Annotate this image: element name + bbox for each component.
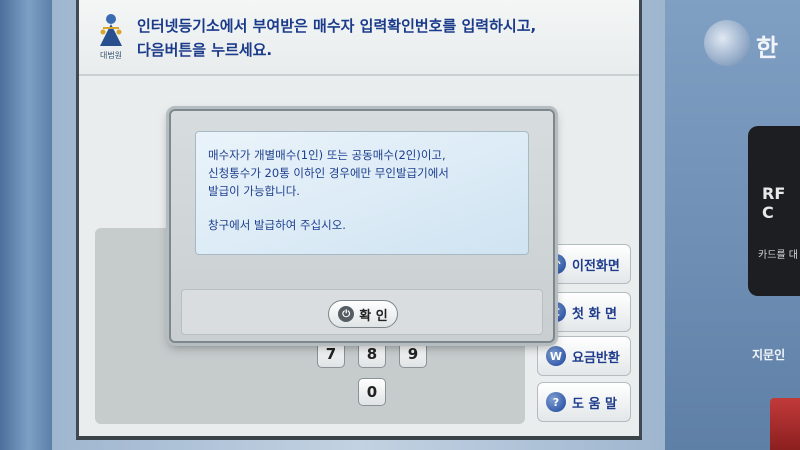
logo-caption: 대법원 — [99, 51, 123, 60]
home-screen-label: 첫 화 면 — [572, 306, 617, 322]
alert-message-footer: 창구에서 발급하여 주십시오. — [208, 218, 346, 232]
fee-refund-label: 요금반환 — [572, 350, 620, 366]
card-label: 카드를 대 — [758, 250, 798, 261]
instruction-line-1: 인터넷등기소에서 부여받은 매수자 입력확인번호를 입력하시고, — [137, 17, 537, 35]
dialog-button-area: ⏻ 확 인 — [181, 289, 543, 335]
red-slot — [770, 398, 800, 450]
brand-char: 한 — [756, 34, 779, 62]
court-emblem-icon — [100, 14, 122, 46]
confirm-button-label: 확 인 — [359, 308, 388, 324]
keypad-key-9[interactable]: 9 — [399, 340, 427, 368]
instruction-line-2: 다음버튼을 누르세요. — [137, 41, 273, 59]
help-label: 도 움 말 — [572, 396, 617, 412]
keypad-key-8[interactable]: 8 — [358, 340, 386, 368]
coin-w-icon: W — [546, 346, 566, 366]
fingerprint-label: 지문인 — [752, 348, 786, 362]
rf-label: RF C — [762, 184, 786, 222]
brand-logo-icon — [704, 20, 750, 66]
instruction-text: 인터넷등기소에서 부여받은 매수자 입력확인번호를 입력하시고, 다음버튼을 누… — [137, 14, 637, 62]
power-icon: ⏻ — [338, 306, 355, 322]
alert-message-line-3: 발급이 가능합니다. — [208, 184, 300, 198]
question-icon: ? — [546, 392, 566, 412]
confirm-button[interactable]: ⏻ 확 인 — [328, 300, 398, 328]
alert-dialog: 매수자가 개별매수(1인) 또는 공동매수(2인)이고, 신청통수가 20통 이… — [169, 109, 555, 343]
alert-message-line-2: 신청통수가 20통 이하인 경우에만 무인발급기에서 — [208, 166, 449, 180]
alert-message-box: 매수자가 개별매수(1인) 또는 공동매수(2인)이고, 신청통수가 20통 이… — [195, 131, 529, 255]
kiosk-screen: 대법원 인터넷등기소에서 부여받은 매수자 입력확인번호를 입력하시고, 다음버… — [76, 0, 642, 440]
keypad-key-0[interactable]: 0 — [358, 378, 386, 406]
alert-message-line-1: 매수자가 개별매수(1인) 또는 공동매수(2인)이고, — [208, 148, 446, 162]
supreme-court-logo: 대법원 — [91, 12, 131, 68]
previous-screen-label: 이전화면 — [572, 258, 620, 274]
help-button[interactable]: ? 도 움 말 — [537, 382, 631, 422]
keypad-key-7[interactable]: 7 — [317, 340, 345, 368]
screen-header: 대법원 인터넷등기소에서 부여받은 매수자 입력확인번호를 입력하시고, 다음버… — [79, 0, 639, 76]
kiosk-housing-left — [0, 0, 52, 450]
